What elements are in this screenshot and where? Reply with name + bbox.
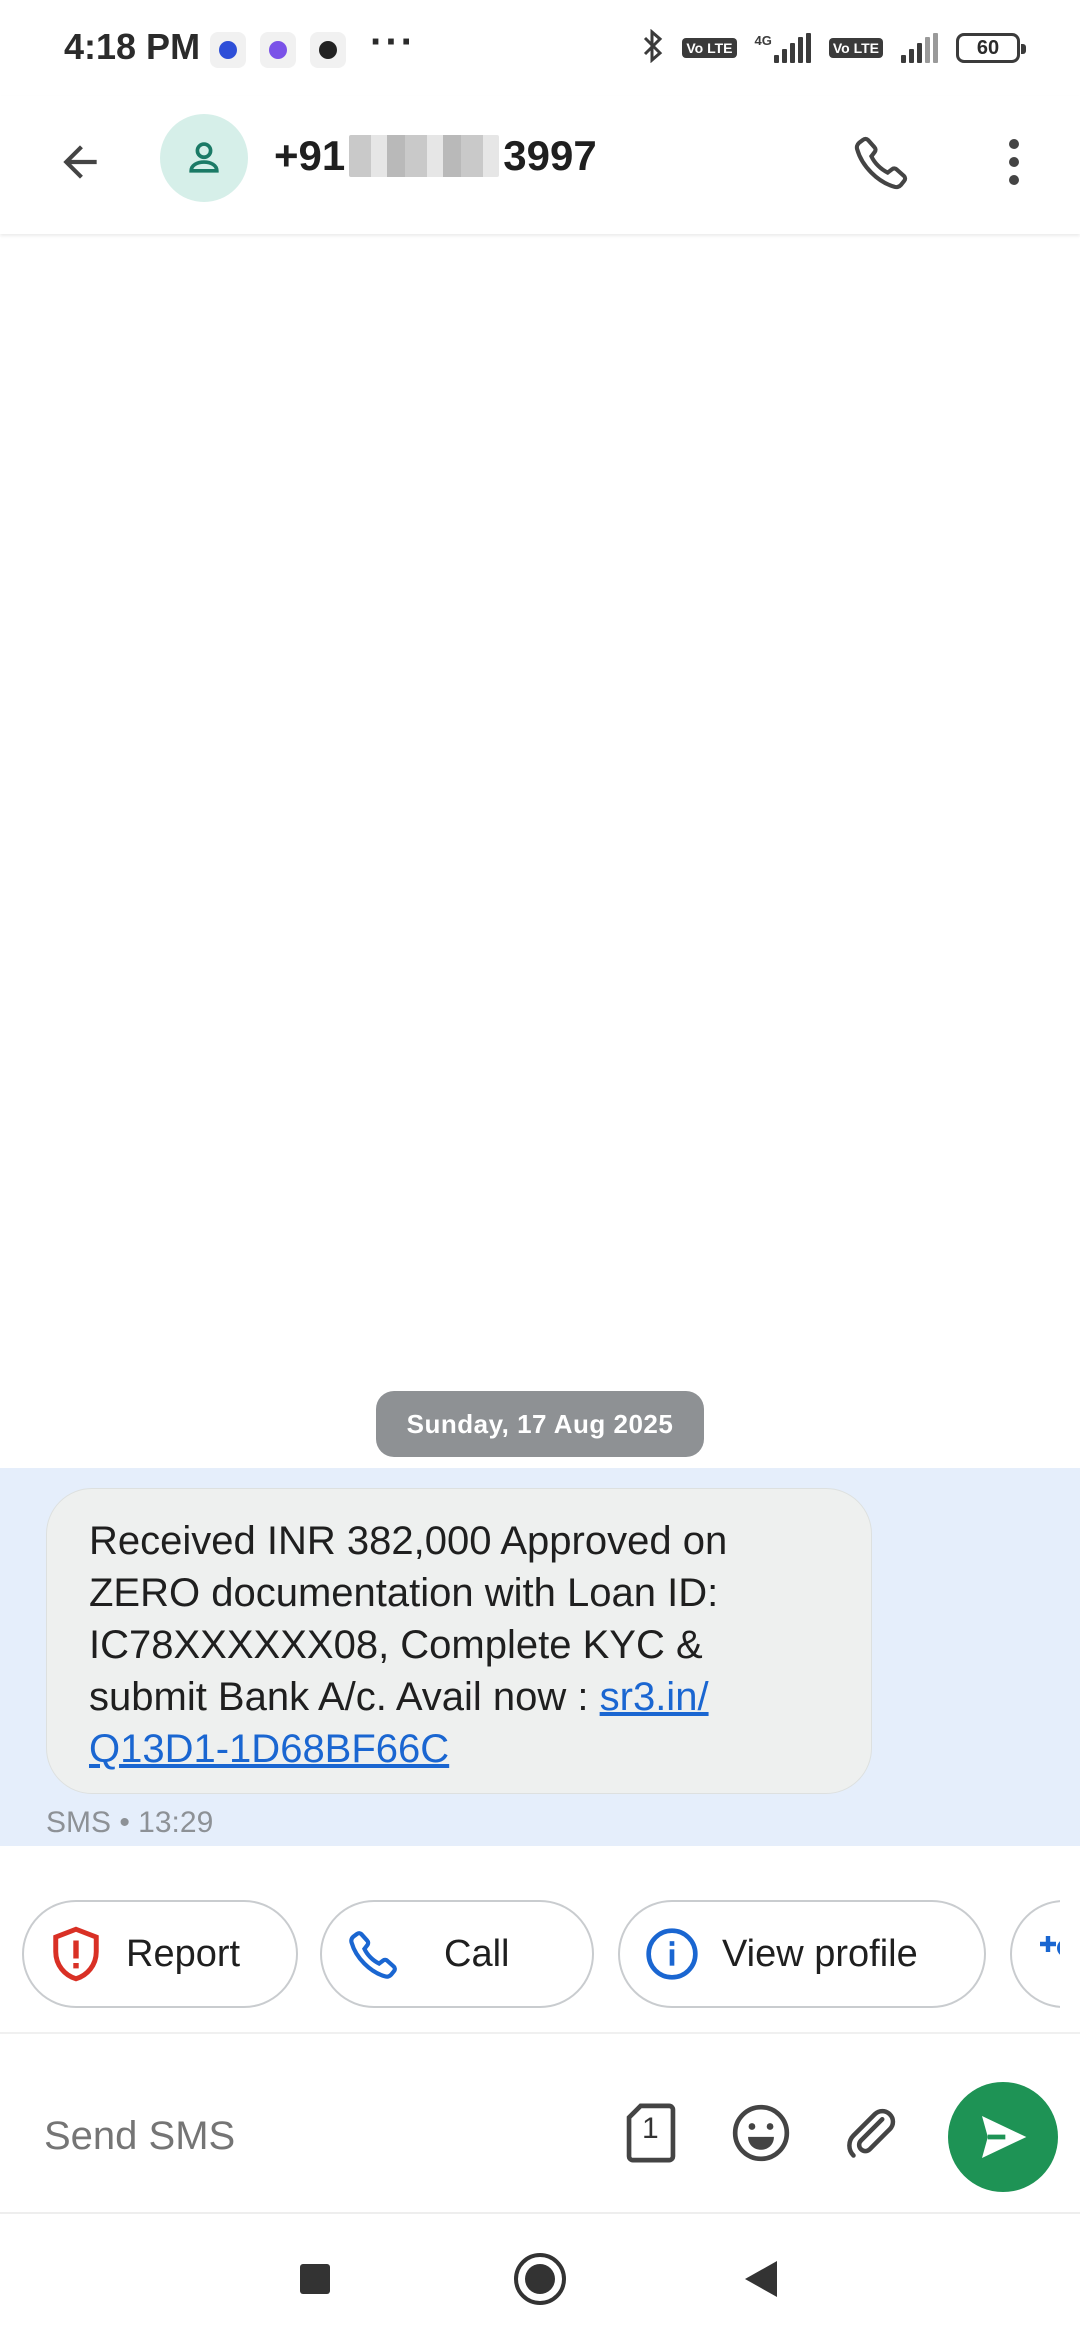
more-notifications-icon: ··· <box>370 20 416 64</box>
more-options-button[interactable] <box>990 122 1038 202</box>
message-bubble[interactable]: Received INR 382,000 Approved on ZERO do… <box>46 1488 872 1794</box>
view-profile-chip[interactable]: View profile <box>618 1900 986 2008</box>
app-notification-icon <box>260 32 296 68</box>
home-button[interactable] <box>505 2244 575 2314</box>
phone-icon <box>854 136 908 190</box>
report-chip[interactable]: Report <box>22 1900 298 2008</box>
bluetooth-icon <box>642 28 664 68</box>
call-chip[interactable]: Call <box>320 1900 594 2008</box>
shield-alert-icon <box>46 1924 106 1984</box>
phone-icon <box>344 1924 404 1984</box>
sim-number: 1 <box>642 2112 659 2145</box>
app-notification-icon <box>210 32 246 68</box>
info-icon <box>642 1924 702 1984</box>
add-contact-chip[interactable] <box>1010 1900 1060 2008</box>
network-type: 4G <box>754 33 772 48</box>
attach-button[interactable] <box>836 2098 906 2168</box>
signal-icon <box>773 33 811 63</box>
volte-badge: Vo LTE <box>682 38 737 58</box>
volte-badge: Vo LTE <box>828 38 883 58</box>
app-notification-icon <box>310 32 346 68</box>
conversation-header: +91 3997 <box>0 96 1080 234</box>
contact-prefix: +91 <box>274 132 346 179</box>
contact-name[interactable]: +91 3997 <box>274 132 597 180</box>
message-input[interactable] <box>44 2114 584 2159</box>
compose-bar: 1 <box>0 2032 1080 2212</box>
triangle-back-icon <box>745 2261 777 2297</box>
back-nav-button[interactable] <box>726 2244 796 2314</box>
report-label: Report <box>126 1932 241 1975</box>
system-nav-bar <box>0 2212 1080 2342</box>
square-icon <box>300 2264 330 2294</box>
suggestion-chips: Report Call View profile <box>0 1900 1060 2012</box>
send-icon <box>982 2116 1027 2158</box>
more-vert-icon <box>1009 139 1019 185</box>
view-profile-label: View profile <box>722 1932 918 1975</box>
send-button[interactable] <box>948 2082 1058 2192</box>
add-contact-icon <box>1030 1924 1060 1984</box>
circle-icon <box>514 2253 566 2305</box>
contact-suffix: 3997 <box>503 132 597 179</box>
back-button[interactable] <box>40 122 120 202</box>
message-text: Received INR 382,000 Approved on ZERO do… <box>89 1515 831 1775</box>
avatar[interactable] <box>160 114 248 202</box>
status-bar: 4:18 PM ··· Vo LTE 4G Vo LTE 60 <box>0 0 1080 96</box>
arrow-left-icon <box>63 145 97 179</box>
status-time: 4:18 PM <box>64 26 201 67</box>
paperclip-icon <box>847 2108 896 2158</box>
person-icon <box>189 142 219 173</box>
call-button[interactable] <box>842 122 922 202</box>
call-label: Call <box>444 1932 510 1975</box>
emoji-icon <box>732 2104 790 2162</box>
date-separator: Sunday, 17 Aug 2025 <box>376 1391 704 1457</box>
battery-icon: 60 <box>956 33 1026 63</box>
message-meta: SMS • 13:29 <box>46 1806 214 1839</box>
recents-button[interactable] <box>280 2244 350 2314</box>
redacted-number <box>349 135 500 177</box>
emoji-button[interactable] <box>726 2098 796 2168</box>
sim-select-button[interactable]: 1 <box>616 2098 686 2168</box>
signal-icon <box>901 33 938 63</box>
